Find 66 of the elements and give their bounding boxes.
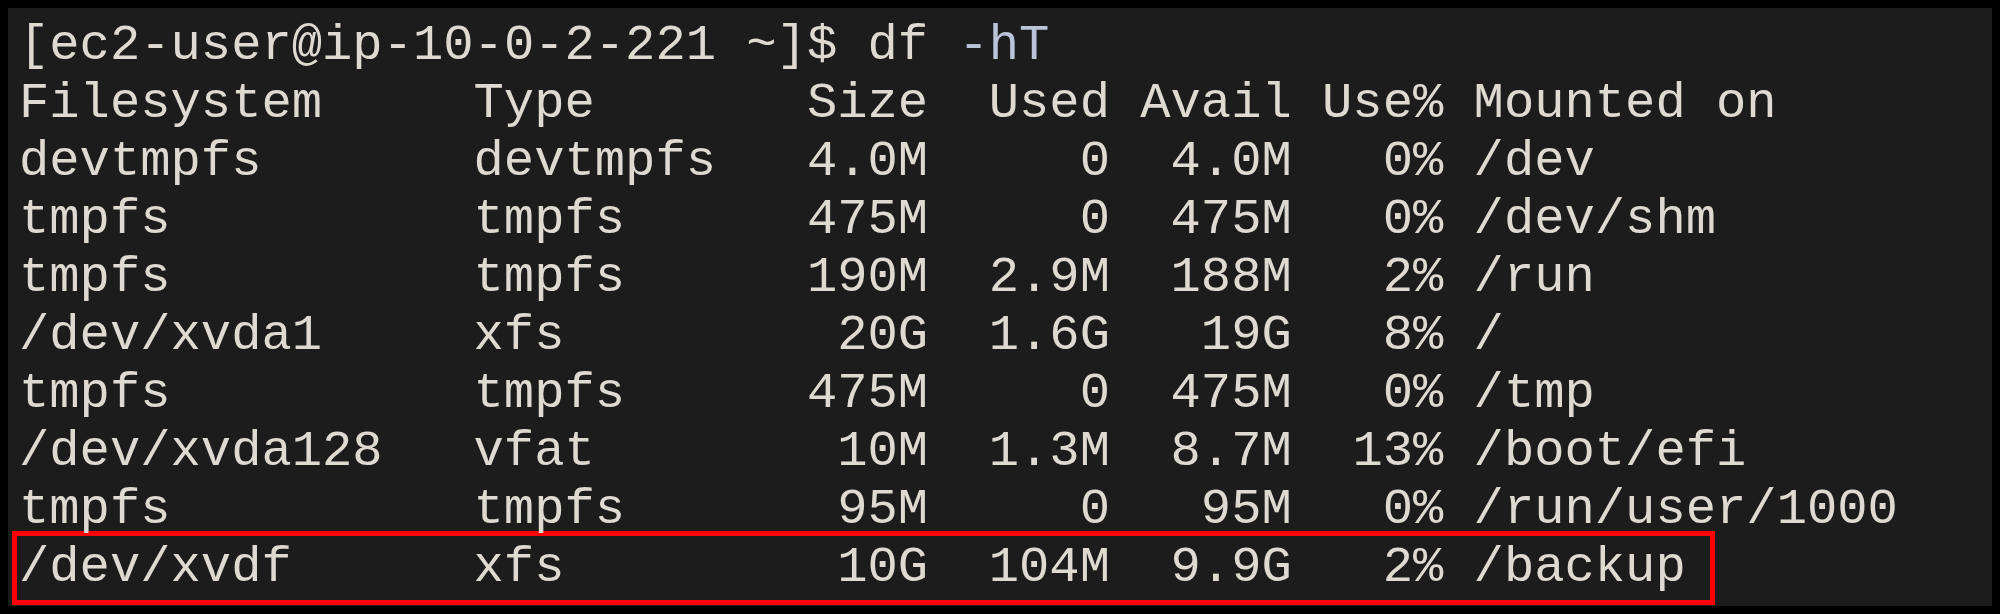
table-cell-text: /dev [1472,133,1595,191]
table-cell-text: 20G [836,307,929,365]
table-cell-text: devtmpfs [19,133,263,191]
table-cell-text: 0 [1078,481,1110,539]
prompt-text: [ec2-user@ip-10-0-2-221 ~]$ [19,17,838,74]
table-cell-text: 0% [1381,481,1444,539]
table-cell-text: 10M [836,423,929,481]
table-cell-text: devtmpfs [473,133,717,191]
table-cell-text: tmpfs [19,365,172,423]
table-cell-text: 8% [1381,307,1444,365]
table-cell-text: 0 [1078,365,1110,423]
table-cell-text: 0% [1381,133,1444,191]
command-option: -hT [958,17,1050,74]
table-cell-text: /run [1472,249,1595,307]
table-cell-text: 2% [1381,249,1444,307]
table-cell-text: /dev/shm [1472,191,1717,249]
table-cell-text: 8.7M [1169,423,1292,481]
table-cell-text: /run/user/1000 [1472,481,1898,539]
table-cell-text: xfs [473,307,566,365]
column-header: Type [473,75,596,133]
table-cell-text: 4.0M [1169,133,1292,191]
table-cell-text: /tmp [1472,365,1595,423]
command-text: df [867,17,929,74]
table-cell-text: 9.9G [1169,539,1292,597]
column-header: Use% [1321,75,1444,133]
column-header: Used [987,75,1110,133]
table-cell-text: /dev/xvda1 [19,307,324,365]
table-cell-text: tmpfs [19,249,172,307]
table-cell-text: 95M [836,481,929,539]
table-cell-text: /backup [1472,539,1686,597]
table-cell-text: 2.9M [987,249,1110,307]
table-cell-text: 0% [1381,365,1444,423]
table-cell-text: 95M [1199,481,1292,539]
table-cell-text: 475M [1169,365,1292,423]
table-cell-text: / [1472,307,1504,365]
table-cell-text: tmpfs [473,481,627,539]
column-header: Mounted on [1472,75,1777,133]
table-cell-text: 1.6G [987,307,1110,365]
table-cell-text: 475M [805,191,929,249]
table-cell-text: 0 [1078,133,1110,191]
table-cell-text: /dev/xvdf [19,539,293,597]
table-cell-text: tmpfs [473,365,627,423]
table-cell-text: xfs [473,539,566,597]
table-cell-text: tmpfs [19,481,172,539]
table-cell-text: tmpfs [19,191,172,249]
table-cell-text: 10G [836,539,929,597]
table-cell-text: 4.0M [805,133,929,191]
table-cell-text: 104M [987,539,1110,597]
table-cell-text: 0 [1078,191,1110,249]
column-header: Size [805,75,929,133]
table-cell-text: 13% [1351,423,1444,481]
column-header: Avail [1139,75,1292,133]
table-cell-text: 188M [1169,249,1292,307]
table-cell-text: tmpfs [473,191,627,249]
table-cell-text: /boot/efi [1472,423,1747,481]
table-cell-text: 19G [1199,307,1292,365]
table-cell-text: vfat [473,423,596,481]
table-cell-text: tmpfs [473,249,627,307]
table-cell-text: 1.3M [987,423,1110,481]
table-cell-text: 475M [1169,191,1292,249]
table-cell-text: 0% [1381,191,1444,249]
table-cell-text: 190M [805,249,929,307]
column-header: Filesystem [19,75,324,133]
table-cell-text: 475M [805,365,929,423]
table-cell-text: 2% [1381,539,1444,597]
table-cell-text: /dev/xvda128 [19,423,384,481]
